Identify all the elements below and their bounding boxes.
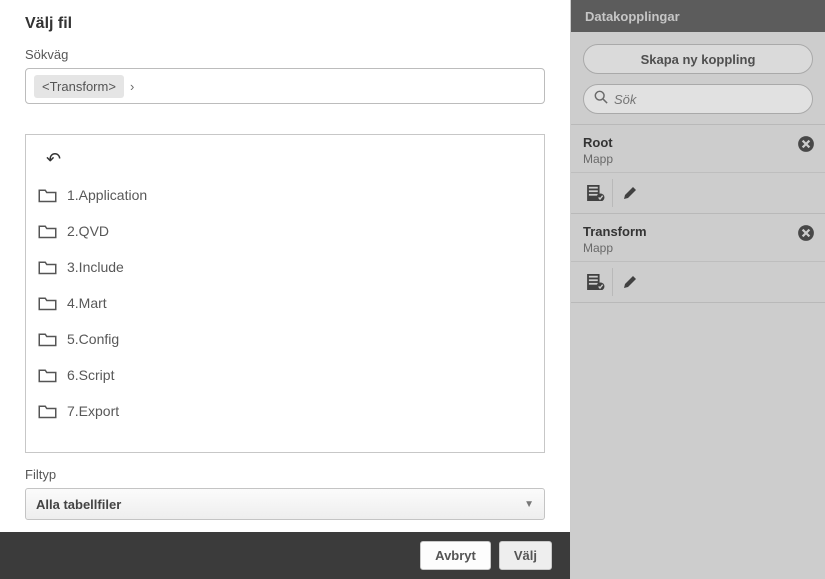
connection-type: Mapp	[583, 241, 813, 255]
path-input[interactable]: <Transform> ›	[25, 68, 545, 104]
search-input[interactable]	[614, 92, 802, 107]
list-item[interactable]: 1.Application	[30, 177, 540, 213]
list-item-label: 2.QVD	[67, 223, 109, 239]
list-item-label: 3.Include	[67, 259, 124, 275]
chevron-down-icon: ▼	[524, 499, 534, 510]
select-file-dialog: Välj fil Sökväg <Transform> › ↶ 1.Applic…	[0, 0, 570, 579]
search-input-wrap[interactable]	[583, 84, 813, 114]
new-connection-button[interactable]: Skapa ny koppling	[583, 44, 813, 74]
folder-icon	[38, 224, 57, 239]
list-item[interactable]: 2.QVD	[30, 213, 540, 249]
filetype-select[interactable]: Alla tabellfiler ▼	[25, 488, 545, 520]
folder-icon	[38, 332, 57, 347]
dialog-title: Välj fil	[25, 15, 545, 33]
connection-name: Root	[583, 135, 813, 150]
filetype-label: Filtyp	[25, 467, 545, 482]
close-icon[interactable]	[797, 224, 815, 242]
list-item-label: 5.Config	[67, 331, 119, 347]
list-item[interactable]: 7.Export	[30, 393, 540, 429]
list-item-label: 6.Script	[67, 367, 114, 383]
path-chip[interactable]: <Transform>	[34, 75, 124, 98]
list-item[interactable]: 5.Config	[30, 321, 540, 357]
side-header: Datakopplingar	[571, 0, 825, 32]
connection-type: Mapp	[583, 152, 813, 166]
folder-icon	[38, 260, 57, 275]
select-data-icon[interactable]	[579, 268, 613, 296]
connection-item: Transform Mapp	[571, 214, 825, 303]
connection-name: Transform	[583, 224, 813, 239]
folder-icon	[38, 188, 57, 203]
list-item[interactable]: 6.Script	[30, 357, 540, 393]
cancel-button[interactable]: Avbryt	[420, 541, 491, 570]
select-data-icon[interactable]	[579, 179, 613, 207]
close-icon[interactable]	[797, 135, 815, 153]
list-item-label: 7.Export	[67, 403, 119, 419]
filetype-value: Alla tabellfiler	[36, 497, 121, 512]
data-connections-panel: Datakopplingar Skapa ny koppling Root Ma…	[570, 0, 825, 579]
list-item[interactable]: 4.Mart	[30, 285, 540, 321]
back-button[interactable]: ↶	[30, 141, 540, 177]
edit-icon[interactable]	[613, 179, 647, 207]
search-icon	[594, 90, 608, 109]
path-label: Sökväg	[25, 47, 545, 62]
folder-icon	[38, 368, 57, 383]
path-separator: ›	[130, 79, 134, 94]
list-item-label: 4.Mart	[67, 295, 107, 311]
connection-item: Root Mapp	[571, 125, 825, 214]
edit-icon[interactable]	[613, 268, 647, 296]
select-button[interactable]: Välj	[499, 541, 552, 570]
file-list[interactable]: ↶ 1.Application 2.QVD	[25, 134, 545, 453]
list-item-label: 1.Application	[67, 187, 147, 203]
back-arrow-icon: ↶	[38, 145, 69, 174]
folder-icon	[38, 404, 57, 419]
list-item[interactable]: 3.Include	[30, 249, 540, 285]
folder-icon	[38, 296, 57, 311]
